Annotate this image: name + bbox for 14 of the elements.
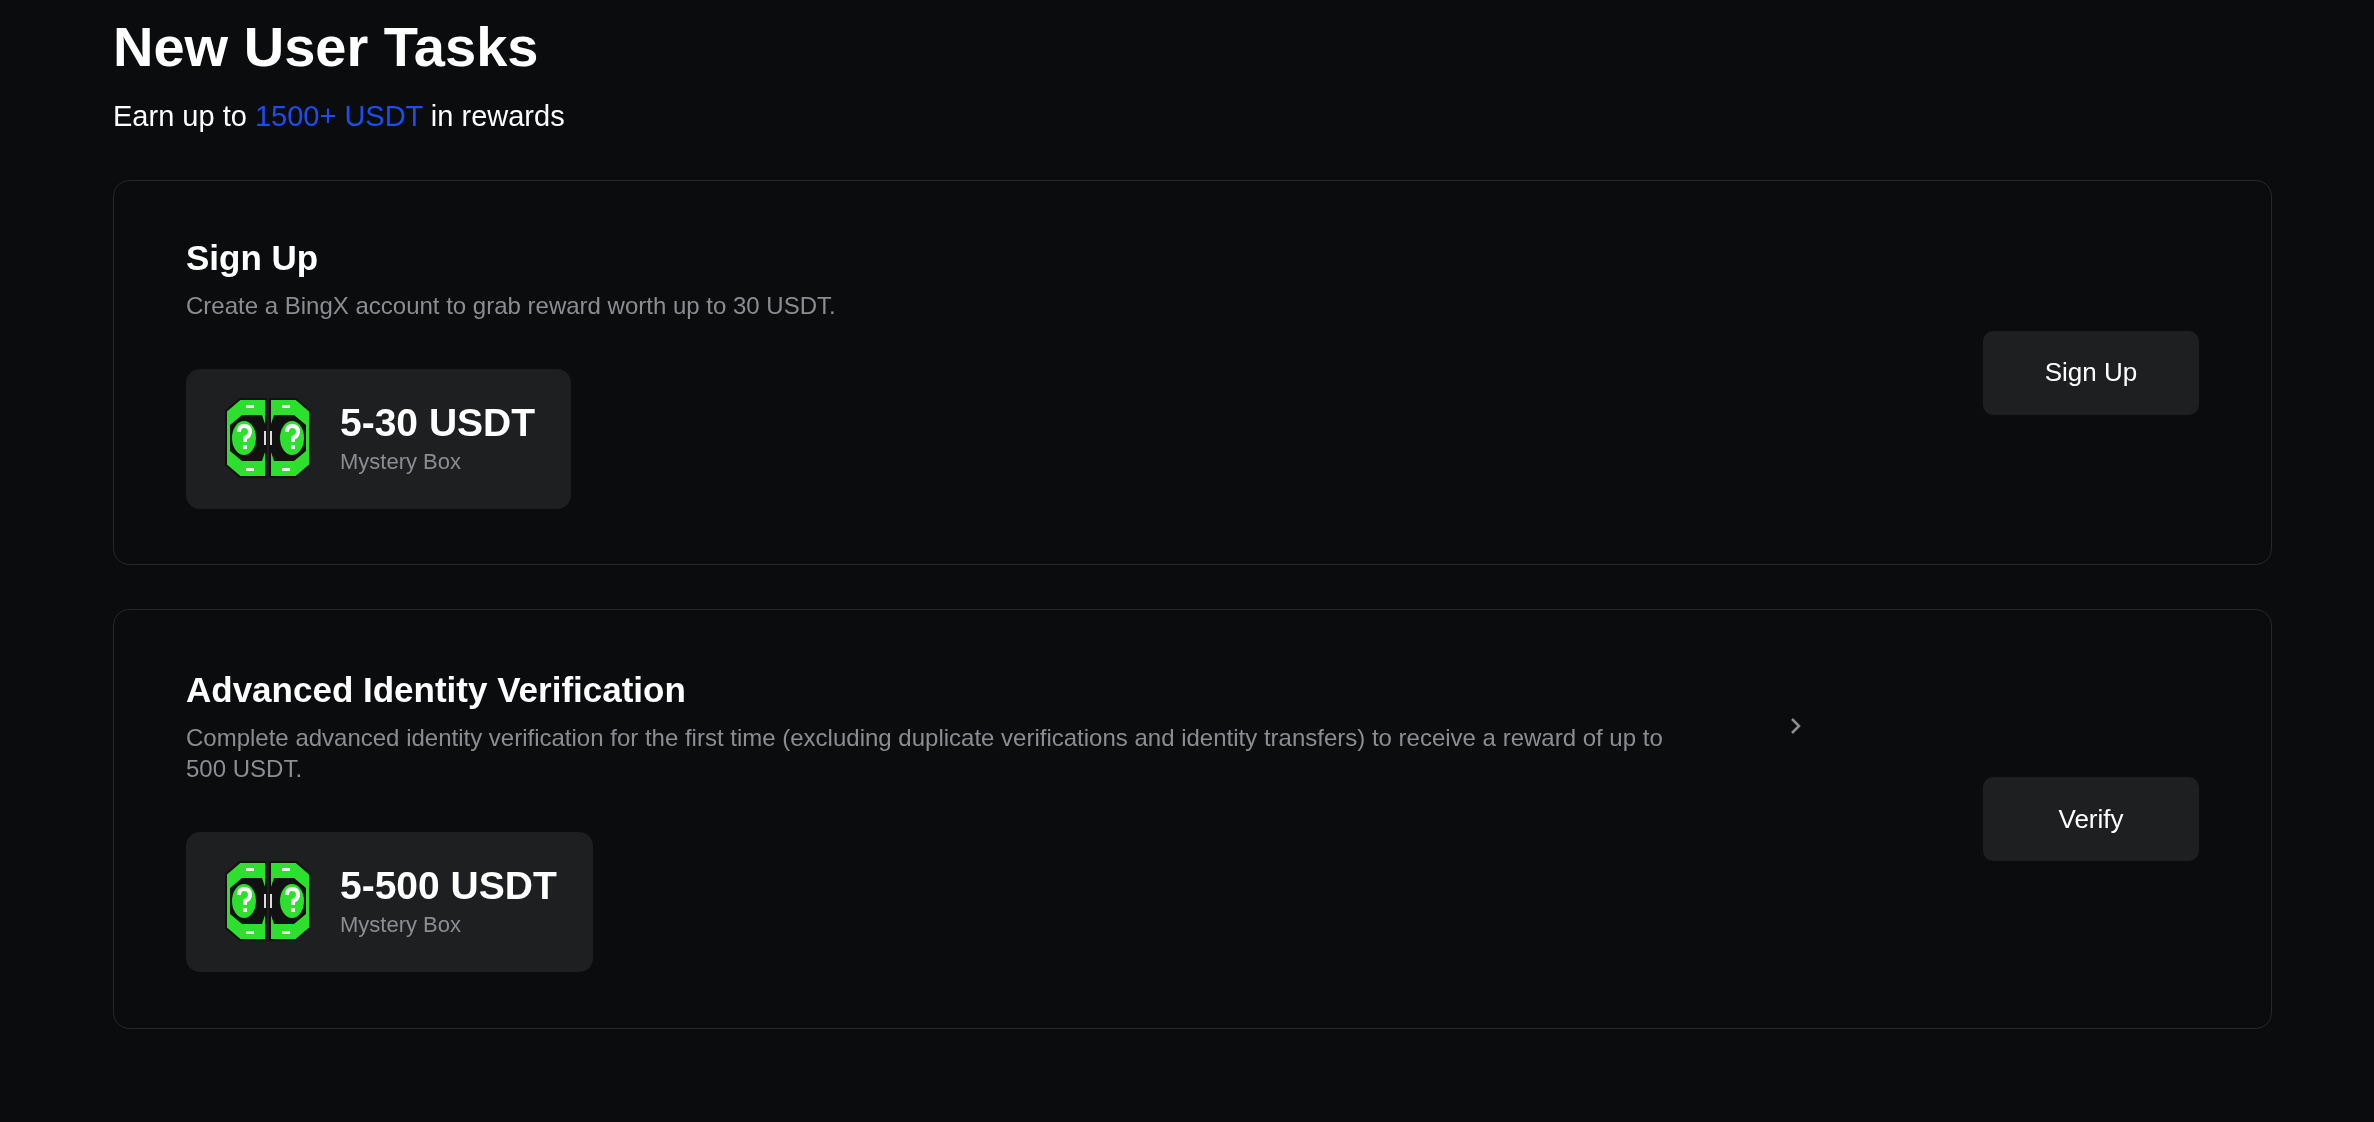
task-button[interactable]: Verify xyxy=(1983,777,2199,861)
task-description: Create a BingX account to grab reward worth up to 30 USDT. xyxy=(186,291,837,321)
task-title: Advanced Identity Verification xyxy=(186,669,687,711)
task-description: Complete advanced identity verification for the first time (excluding duplicate verifications and identity transfers) to receive a reward of up to 500 USDT. xyxy=(186,723,1664,784)
page-title: New User Tasks xyxy=(113,14,540,80)
reward-label: Mystery Box xyxy=(340,911,463,939)
reward-amount: 5-30 USDT xyxy=(340,400,536,446)
task-title: Sign Up xyxy=(186,237,320,279)
reward-amount: 5-500 USDT xyxy=(340,863,557,909)
reward-label: Mystery Box xyxy=(340,448,463,476)
mystery-box-icon xyxy=(222,860,314,942)
mystery-box-icon xyxy=(222,397,314,479)
page-subtitle: Earn up to 1500+ USDT in rewards xyxy=(113,99,566,134)
task-button[interactable]: Sign Up xyxy=(1983,330,2199,415)
